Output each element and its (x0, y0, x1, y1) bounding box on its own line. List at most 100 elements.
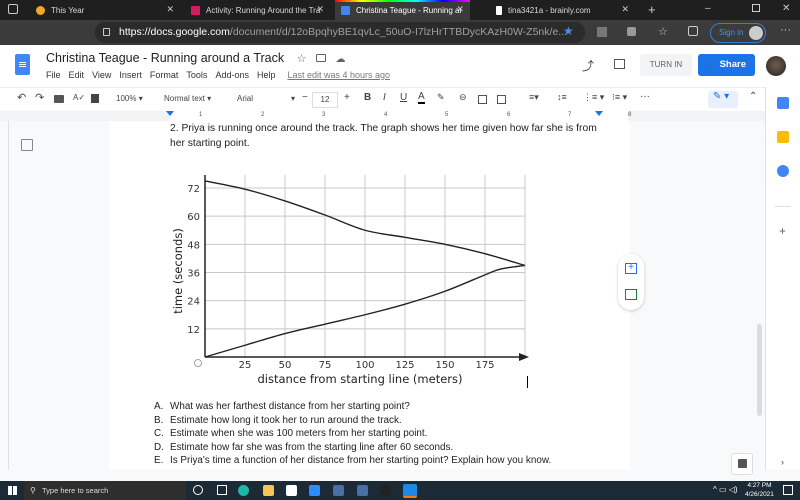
extension-2-icon[interactable] (627, 27, 636, 36)
numbered-list-icon[interactable]: ⋮≡ ▾ (583, 92, 604, 103)
settings-more-icon[interactable]: ··· (780, 24, 791, 36)
style-select[interactable]: Normal text ▾ (164, 94, 211, 103)
menu-help[interactable]: Help (257, 70, 276, 80)
share-button[interactable]: 👤 Share (698, 54, 755, 76)
add-comment-icon[interactable] (478, 95, 487, 104)
close-tab-icon[interactable]: ✕ (166, 4, 174, 15)
redo-icon[interactable]: ↷ (35, 91, 44, 104)
insert-image-icon[interactable] (497, 95, 506, 104)
new-tab-button[interactable]: + (648, 2, 656, 17)
document-title[interactable]: Christina Teague - Running around a Trac… (46, 51, 345, 65)
underline-button[interactable]: U (400, 92, 407, 103)
left-indent-marker[interactable] (166, 111, 174, 116)
add-addon-icon[interactable]: + (779, 224, 786, 238)
collapse-menu-icon[interactable]: ⌃ (749, 91, 757, 102)
calendar-icon[interactable] (777, 97, 789, 109)
close-window-button[interactable]: ✕ (782, 3, 790, 14)
windows-start-icon[interactable] (8, 486, 17, 495)
keep-icon[interactable] (777, 131, 789, 143)
insert-link-icon[interactable]: ⊖ (459, 92, 467, 103)
turn-in-button[interactable]: TURN IN (640, 54, 692, 76)
menu-view[interactable]: View (92, 70, 111, 80)
minimize-button[interactable]: – (705, 3, 711, 14)
show-side-panel-icon[interactable]: › (781, 457, 784, 467)
app-icon-3[interactable] (380, 485, 391, 496)
zoom-app-icon[interactable] (309, 485, 320, 496)
x-tick-label: 125 (395, 360, 414, 371)
font-select[interactable]: Arial ▾ (237, 94, 295, 103)
taskbar-search-input[interactable]: ⚲ Type here to search (24, 481, 186, 500)
decrease-font-size-button[interactable]: − (302, 92, 308, 103)
align-icon[interactable]: ≡▾ (529, 92, 539, 103)
y-tick-label: 12 (187, 325, 200, 336)
task-view-icon[interactable] (217, 485, 227, 495)
more-options-button[interactable]: ··· (640, 91, 650, 102)
favorite-star-icon[interactable]: ★ (563, 24, 574, 38)
restore-button[interactable] (752, 4, 760, 12)
tasks-icon[interactable] (777, 165, 789, 177)
tab-christina-teague[interactable]: Christina Teague - Running arou ✕ (335, 0, 470, 20)
app-icon-2[interactable] (357, 485, 368, 496)
italic-button[interactable]: I (383, 92, 386, 103)
menu-tools[interactable]: Tools (186, 70, 207, 80)
font-size-input[interactable]: 12 (312, 92, 338, 108)
system-tray-icons[interactable]: ^ ▭ ◁) (713, 485, 738, 494)
tab-activity[interactable]: Activity: Running Around the Tra ✕ (185, 0, 330, 20)
cortana-icon[interactable] (193, 485, 203, 495)
increase-font-size-button[interactable]: + (344, 92, 350, 103)
highlight-color-icon[interactable]: ✎ (437, 92, 445, 103)
suggest-edits-icon[interactable] (625, 289, 637, 300)
print-icon[interactable] (54, 95, 64, 103)
move-folder-icon[interactable] (315, 54, 326, 62)
tab-brainly[interactable]: tina3421a - brainly.com ✕ (490, 0, 635, 20)
menu-file[interactable]: File (46, 70, 61, 80)
question-a: A. What was her farthest distance from he… (154, 401, 410, 412)
notifications-icon[interactable] (783, 485, 793, 495)
editing-mode-button[interactable]: ✎ ▾ (708, 91, 738, 108)
store-icon[interactable] (286, 485, 297, 496)
vertical-scrollbar[interactable] (757, 324, 762, 416)
app-icon-4[interactable] (403, 484, 417, 498)
explore-button[interactable] (731, 453, 753, 475)
bold-button[interactable]: B (364, 92, 371, 103)
menu-insert[interactable]: Insert (119, 70, 142, 80)
document-outline-icon[interactable] (21, 139, 33, 151)
add-comment-icon[interactable]: + (625, 263, 637, 274)
spellcheck-icon[interactable]: A✓ (73, 93, 85, 102)
zoom-select[interactable]: 100% ▾ (116, 94, 143, 103)
extension-icon[interactable] (597, 27, 607, 37)
app-icon-1[interactable] (333, 485, 344, 496)
sign-in-button[interactable]: Sign in (710, 23, 766, 43)
paint-format-icon[interactable] (91, 94, 99, 103)
bulleted-list-icon[interactable]: ⁝≡ ▾ (612, 92, 627, 103)
close-tab-icon[interactable]: ✕ (456, 4, 464, 15)
star-icon[interactable]: ☆ (297, 53, 307, 65)
favorites-icon[interactable]: ☆ (658, 25, 668, 38)
docs-logo-icon[interactable] (15, 54, 30, 75)
user-avatar[interactable] (766, 56, 786, 76)
comments-icon[interactable] (614, 59, 625, 69)
menu-edit[interactable]: Edit (69, 70, 85, 80)
taskbar-clock[interactable]: 4:27 PM 4/26/2021 (745, 482, 774, 499)
collections-icon[interactable] (688, 26, 698, 36)
origin-marker (194, 359, 202, 367)
close-tab-icon[interactable]: ✕ (316, 4, 324, 15)
activity-dashboard-icon[interactable]: ⤴ (582, 57, 594, 74)
windows-taskbar: ⚲ Type here to search ^ ▭ ◁) 4:27 PM 4/2… (0, 481, 800, 500)
line-spacing-icon[interactable]: ↕≡ (557, 92, 567, 102)
menu-format[interactable]: Format (150, 70, 179, 80)
text-color-button[interactable]: A (418, 91, 425, 104)
undo-icon[interactable]: ↶ (17, 91, 26, 104)
url-input[interactable]: https://docs.google.com/document/d/12oBp… (95, 22, 585, 43)
browser-tab-strip: This Year ✕ Activity: Running Around the… (0, 0, 800, 20)
edge-icon[interactable] (238, 485, 249, 496)
tab-this-year[interactable]: This Year ✕ (30, 0, 180, 20)
tab-actions-icon[interactable] (8, 4, 18, 14)
close-tab-icon[interactable]: ✕ (621, 4, 629, 15)
menu-add-ons[interactable]: Add-ons (215, 70, 249, 80)
last-edit-link[interactable]: Last edit was 4 hours ago (287, 70, 390, 80)
x-tick-label: 100 (355, 360, 374, 371)
question-prompt: 2. Priya is running once around the trac… (170, 123, 597, 149)
right-indent-marker[interactable] (595, 111, 603, 116)
file-explorer-icon[interactable] (263, 485, 274, 496)
